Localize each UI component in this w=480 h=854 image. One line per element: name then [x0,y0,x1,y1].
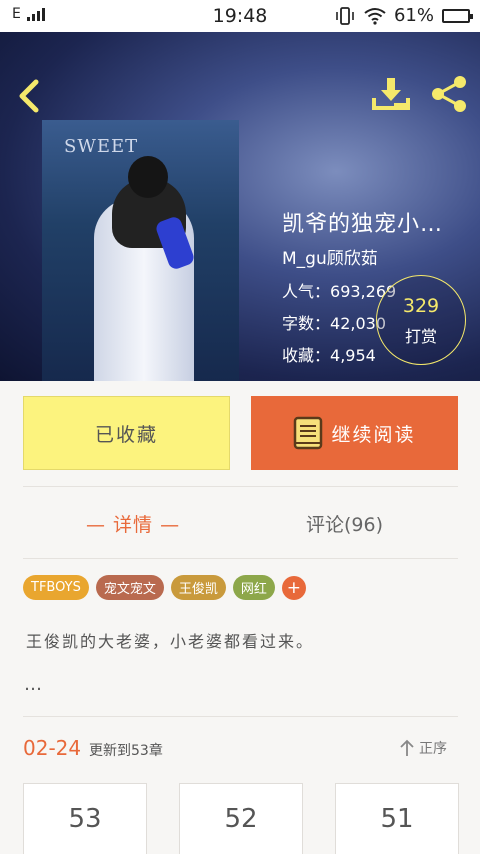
tag-chip[interactable]: 王俊凯 [170,575,226,600]
tab-comments[interactable]: 评论(96) [306,510,383,537]
tab-details[interactable]: — 详情 — [86,510,180,537]
tag-chip[interactable]: 宠文宠文 [95,575,164,600]
arrow-up-icon [400,739,414,756]
book-cover[interactable]: SWEET [42,120,239,381]
download-icon [372,78,410,110]
chapter-button[interactable]: 52 [179,783,303,854]
tag-list: TFBOYS 宠文宠文 王俊凯 网红 + [23,575,306,600]
share-button[interactable] [428,74,470,114]
book-description: 王俊凯的大老婆，小老婆都看过来。 [26,632,315,651]
popularity-label: 人气： [282,282,331,301]
word-count-label: 字数： [282,314,331,333]
book-title: 凯爷的独宠小… [282,212,444,237]
divider [23,558,458,559]
divider [23,486,458,487]
favorited-label: 已收藏 [94,423,158,446]
add-tag-button[interactable]: + [281,575,306,600]
sort-order-button[interactable]: 正序 [399,738,447,758]
sort-order-label: 正序 [419,741,447,757]
vibrate-icon [336,6,354,25]
status-bar: E 19:48 61% [0,0,480,32]
update-status: 更新到53章 [89,743,163,759]
cover-text: SWEET [64,136,139,157]
chapter-grid: 53 52 51 [23,783,459,854]
chapter-button[interactable]: 51 [335,783,459,854]
expand-description[interactable]: … [24,674,42,695]
favorites-label: 收藏： [282,346,331,365]
divider [23,716,458,717]
reward-label: 打赏 [404,327,437,346]
book-header: SWEET 凯爷的独宠小… M_gu顾欣茹 人气：693,269 字数：42,0… [0,32,480,381]
word-count-stat: 字数：42,030 [282,310,386,334]
back-button[interactable] [12,76,48,116]
status-icons: 61% [334,5,473,26]
book-author[interactable]: M_gu顾欣茹 [282,244,378,269]
continue-reading-button[interactable]: 继续阅读 [251,396,458,470]
battery-icon [442,8,473,23]
favorited-button[interactable]: 已收藏 [23,396,230,470]
share-icon [432,76,466,112]
chevron-left-icon [19,79,39,113]
battery-percent: 61% [393,5,434,26]
wifi-icon [364,7,386,25]
update-date: 02-24 [23,736,82,760]
continue-reading-label: 继续阅读 [331,423,416,446]
chapter-button[interactable]: 53 [23,783,147,854]
reward-button[interactable]: 329 打赏 [376,275,466,365]
tag-chip[interactable]: 网红 [232,575,275,600]
book-icon [294,416,323,450]
favorites-stat: 收藏：4,954 [282,342,376,366]
cover-figure-head [128,156,168,198]
download-button[interactable] [370,74,412,114]
tag-chip[interactable]: TFBOYS [23,575,89,600]
reward-count: 329 [402,295,440,317]
favorites-value: 4,954 [330,346,376,365]
